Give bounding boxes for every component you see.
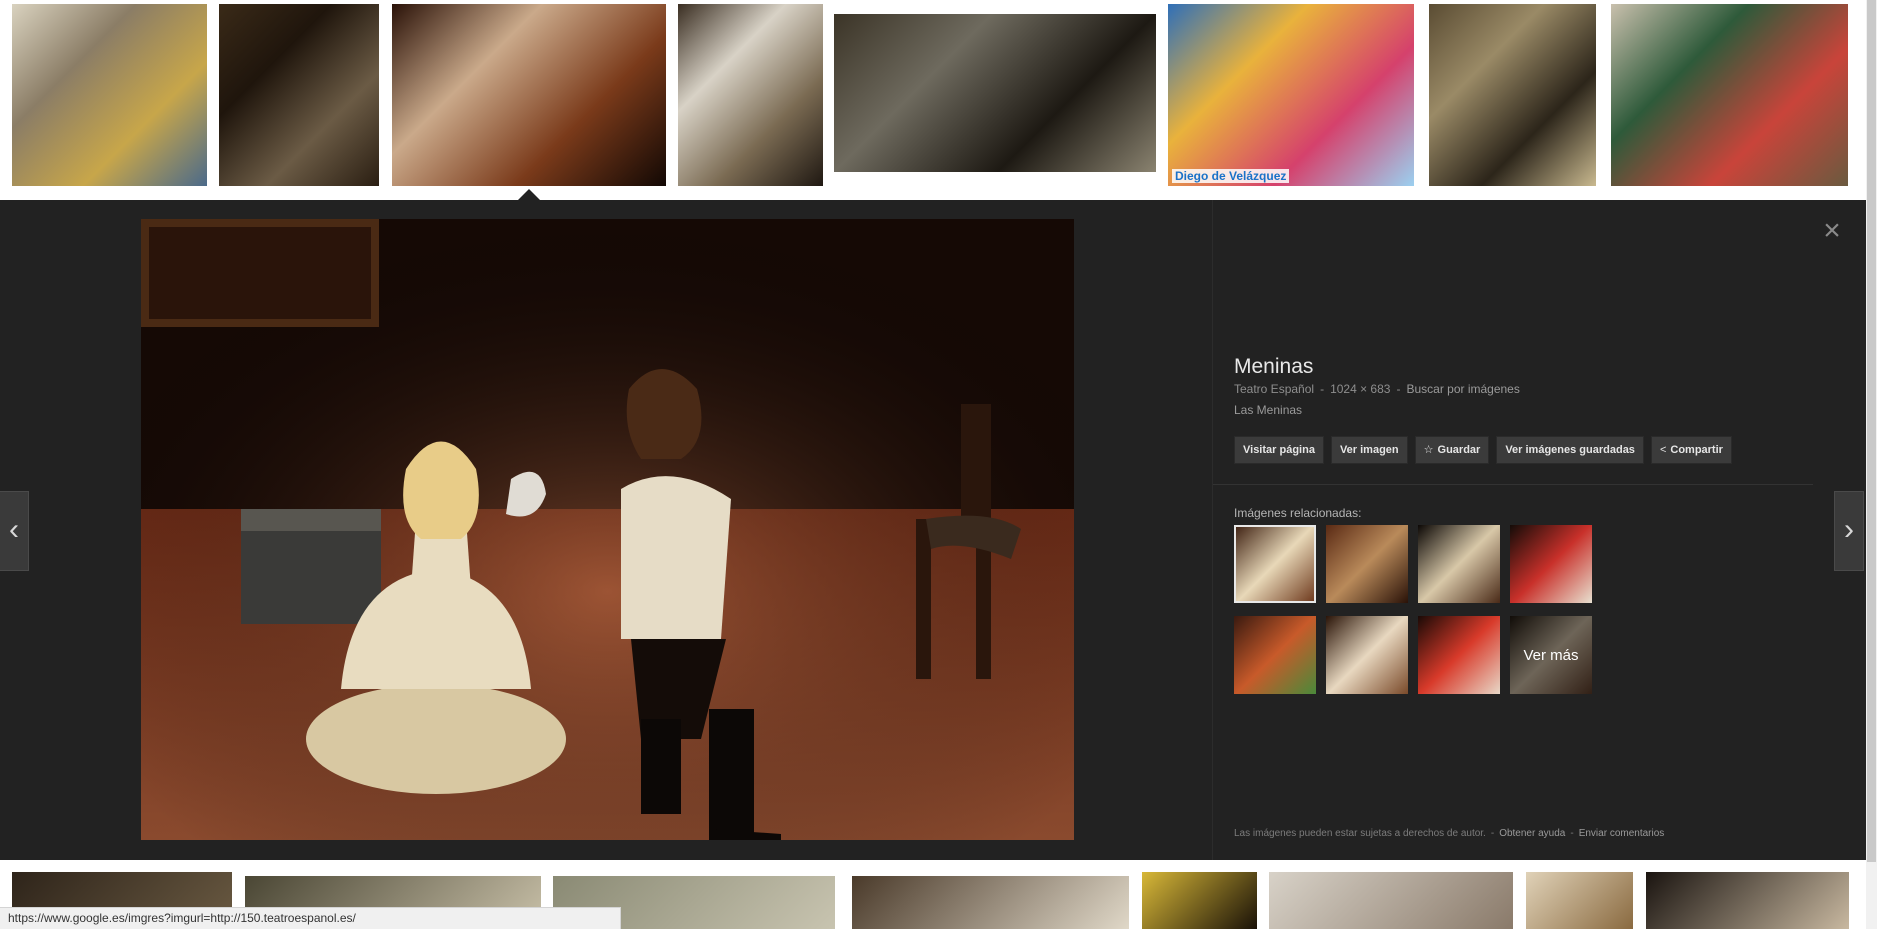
image-source[interactable]: Teatro Español xyxy=(1234,382,1314,396)
status-bar-url: https://www.google.es/imgres?imgurl=http… xyxy=(0,907,621,929)
result-thumb-stage-meninas-selected[interactable] xyxy=(392,4,666,186)
related-thumb[interactable] xyxy=(1326,525,1408,603)
result-thumb-bottom[interactable] xyxy=(1646,872,1849,929)
result-thumb-bottom[interactable] xyxy=(1526,872,1633,929)
thumb-fill xyxy=(1429,4,1596,186)
image-dimensions: 1024 × 683 xyxy=(1330,382,1391,396)
next-image-button[interactable]: › xyxy=(1834,491,1864,571)
action-buttons: Visitar página Ver imagen ☆ Guardar Ver i… xyxy=(1234,436,1732,464)
stage-scene-image xyxy=(141,219,1074,840)
view-saved-images-label: Ver imágenes guardadas xyxy=(1505,444,1635,456)
related-thumb[interactable] xyxy=(1234,525,1316,603)
thumb-fill xyxy=(834,14,1156,172)
thumb-fill xyxy=(852,876,1129,929)
visit-page-button[interactable]: Visitar página xyxy=(1234,436,1324,464)
related-thumb[interactable] xyxy=(1418,525,1500,603)
thumb-fill xyxy=(219,4,379,186)
result-thumb-bottom[interactable] xyxy=(852,876,1129,929)
result-thumb-mural-meninas[interactable] xyxy=(1611,4,1848,186)
visit-page-label: Visitar página xyxy=(1243,444,1315,456)
viewer-footer: Las imágenes pueden estar sujetas a dere… xyxy=(1234,828,1664,839)
top-thumbnail-strip: Diego de Velázquez xyxy=(0,0,1866,200)
image-viewer-panel: × ‹ › Meninas Teatro Español -1024 × 683-… xyxy=(0,200,1866,860)
copyright-notice: Las imágenes pueden estar sujetas a dere… xyxy=(1234,828,1486,839)
result-thumb-toy-meninas[interactable]: Diego de Velázquez xyxy=(1168,4,1414,186)
share-label: Compartir xyxy=(1670,444,1723,456)
related-images-label: Imágenes relacionadas: xyxy=(1234,506,1362,520)
save-label: Guardar xyxy=(1437,444,1481,456)
image-meta: Teatro Español -1024 × 683- Buscar por imá… xyxy=(1234,382,1520,396)
panel-divider xyxy=(1213,484,1813,485)
image-subtitle: Las Meninas xyxy=(1234,403,1303,417)
share-button[interactable]: < Compartir xyxy=(1650,436,1732,464)
close-icon: × xyxy=(1823,214,1841,247)
thumb-fill xyxy=(392,4,666,186)
view-image-button[interactable]: Ver imagen xyxy=(1330,436,1408,464)
related-thumb[interactable] xyxy=(1326,616,1408,694)
result-thumb-collage-meninas[interactable] xyxy=(678,4,823,186)
result-thumb-bottom[interactable] xyxy=(1269,872,1513,929)
thumb-fill xyxy=(1269,872,1513,929)
view-saved-images-button[interactable]: Ver imágenes guardadas xyxy=(1496,436,1644,464)
thumb-fill xyxy=(1526,872,1633,929)
footer-separator: - xyxy=(1570,828,1574,839)
thumb-fill xyxy=(12,4,207,186)
selected-thumb-caret xyxy=(518,189,540,200)
star-icon: ☆ xyxy=(1423,444,1434,456)
save-button[interactable]: ☆ Guardar xyxy=(1414,436,1490,464)
thumb-fill xyxy=(1611,4,1848,186)
see-more-label: Ver más xyxy=(1510,616,1592,694)
thumb-fill xyxy=(678,4,823,186)
result-thumb-mirror-painting[interactable] xyxy=(219,4,379,186)
related-thumb[interactable] xyxy=(1234,616,1316,694)
thumb-fill xyxy=(1142,872,1257,929)
close-viewer-button[interactable]: × xyxy=(1818,216,1846,246)
meta-separator: - xyxy=(1320,382,1325,396)
view-image-label: Ver imagen xyxy=(1339,444,1399,456)
image-title[interactable]: Meninas xyxy=(1234,355,1313,379)
meta-separator: - xyxy=(1396,382,1401,396)
previous-image-button[interactable]: ‹ xyxy=(0,491,29,571)
result-thumb-cartoon-meninas[interactable] xyxy=(12,4,207,186)
footer-separator: - xyxy=(1490,828,1495,839)
related-thumb[interactable] xyxy=(1418,616,1500,694)
thumb-fill xyxy=(1646,872,1849,929)
chevron-right-icon: › xyxy=(1844,513,1854,546)
image-info-panel: Meninas Teatro Español -1024 × 683- Buscar… xyxy=(1212,200,1813,860)
related-more-thumb[interactable]: Ver más xyxy=(1510,616,1592,694)
share-icon: < xyxy=(1659,444,1667,456)
page-scrollbar[interactable] xyxy=(1866,0,1877,929)
result-thumb-bottom[interactable] xyxy=(1142,872,1257,929)
result-thumb-velazquez-portrait[interactable] xyxy=(834,14,1156,172)
main-image[interactable] xyxy=(141,219,1074,840)
get-help-link[interactable]: Obtener ayuda xyxy=(1499,828,1565,839)
related-thumb[interactable] xyxy=(1510,525,1592,603)
thumb-fill xyxy=(1168,4,1414,186)
send-feedback-link[interactable]: Enviar comentarios xyxy=(1579,828,1665,839)
chevron-left-icon: ‹ xyxy=(9,513,19,546)
toy-caption: Diego de Velázquez xyxy=(1172,169,1290,183)
scrollbar-thumb[interactable] xyxy=(1867,0,1876,862)
search-by-image-link[interactable]: Buscar por imágenes xyxy=(1406,382,1519,396)
result-thumb-painting-room[interactable] xyxy=(1429,4,1596,186)
